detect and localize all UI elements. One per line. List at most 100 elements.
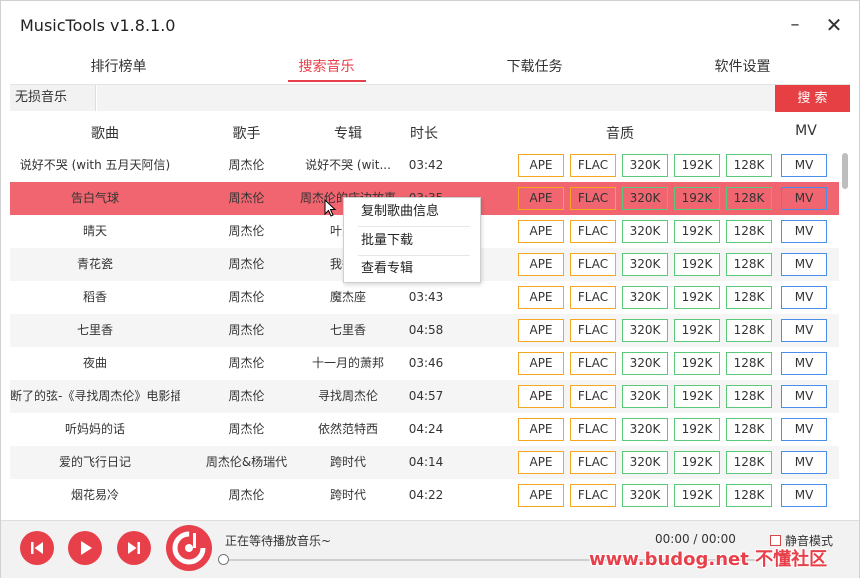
ape-download-button[interactable]: APE <box>518 154 564 177</box>
mp3-320k-download-button[interactable]: 320K <box>622 253 668 276</box>
album-disc <box>166 525 212 571</box>
next-track-button[interactable] <box>117 531 151 565</box>
flac-download-button[interactable]: FLAC <box>570 187 616 210</box>
mp3-320k-download-button[interactable]: 320K <box>622 286 668 309</box>
flac-download-button[interactable]: FLAC <box>570 220 616 243</box>
mp3-192k-download-button[interactable]: 192K <box>674 385 720 408</box>
play-button[interactable] <box>68 531 102 565</box>
mp3-192k-download-button[interactable]: 192K <box>674 418 720 441</box>
mp3-128k-download-button[interactable]: 128K <box>726 253 772 276</box>
song-row[interactable]: 烟花易冷 周杰伦 跨时代 04:22 APE FLAC 320K 192K 128K MV <box>10 479 839 512</box>
mp3-192k-download-button[interactable]: 192K <box>674 253 720 276</box>
close-button[interactable]: ✕ <box>821 13 847 37</box>
mp3-192k-download-button[interactable]: 192K <box>674 352 720 375</box>
ape-download-button[interactable]: APE <box>518 484 564 507</box>
ape-download-button[interactable]: APE <box>518 187 564 210</box>
ape-download-button[interactable]: APE <box>518 418 564 441</box>
minimize-button[interactable]: – <box>782 13 808 37</box>
tab-settings[interactable]: 软件设置 <box>685 51 800 83</box>
tab-charts[interactable]: 排行榜单 <box>61 51 176 83</box>
mp3-128k-download-button[interactable]: 128K <box>726 187 772 210</box>
mp3-320k-download-button[interactable]: 320K <box>622 484 668 507</box>
ape-download-button[interactable]: APE <box>518 220 564 243</box>
mp3-320k-download-button[interactable]: 320K <box>622 187 668 210</box>
search-input[interactable] <box>97 85 775 111</box>
ape-download-button[interactable]: APE <box>518 253 564 276</box>
context-menu: 复制歌曲信息 批量下载 查看专辑 <box>343 197 481 283</box>
mv-button[interactable]: MV <box>781 220 827 243</box>
mp3-192k-download-button[interactable]: 192K <box>674 484 720 507</box>
ape-download-button[interactable]: APE <box>518 385 564 408</box>
skip-back-icon <box>31 542 43 554</box>
mp3-192k-download-button[interactable]: 192K <box>674 319 720 342</box>
song-title: 七里香 <box>76 323 113 337</box>
mp3-192k-download-button[interactable]: 192K <box>674 286 720 309</box>
tab-download-tasks[interactable]: 下载任务 <box>477 51 592 83</box>
mp3-320k-download-button[interactable]: 320K <box>622 220 668 243</box>
flac-download-button[interactable]: FLAC <box>570 352 616 375</box>
mp3-320k-download-button[interactable]: 320K <box>622 319 668 342</box>
mp3-128k-download-button[interactable]: 128K <box>726 154 772 177</box>
mp3-128k-download-button[interactable]: 128K <box>726 319 772 342</box>
mp3-128k-download-button[interactable]: 128K <box>726 286 772 309</box>
mv-button[interactable]: MV <box>781 451 827 474</box>
mp3-320k-download-button[interactable]: 320K <box>622 154 668 177</box>
mv-button[interactable]: MV <box>781 187 827 210</box>
scrollbar-thumb[interactable] <box>842 153 848 189</box>
mp3-128k-download-button[interactable]: 128K <box>726 418 772 441</box>
mp3-192k-download-button[interactable]: 192K <box>674 220 720 243</box>
mv-button[interactable]: MV <box>781 352 827 375</box>
flac-download-button[interactable]: FLAC <box>570 154 616 177</box>
flac-download-button[interactable]: FLAC <box>570 253 616 276</box>
song-duration: 03:46 <box>408 356 444 370</box>
progress-slider-knob[interactable] <box>218 554 229 565</box>
mp3-128k-download-button[interactable]: 128K <box>726 220 772 243</box>
menu-item-batch-download[interactable]: 批量下载 <box>344 227 480 255</box>
song-row[interactable]: 七里香 周杰伦 七里香 04:58 APE FLAC 320K 192K 128K MV <box>10 314 839 347</box>
mp3-320k-download-button[interactable]: 320K <box>622 385 668 408</box>
mp3-320k-download-button[interactable]: 320K <box>622 451 668 474</box>
mp3-320k-download-button[interactable]: 320K <box>622 418 668 441</box>
song-row[interactable]: 稻香 周杰伦 魔杰座 03:43 APE FLAC 320K 192K 128K MV <box>10 281 839 314</box>
previous-track-button[interactable] <box>20 531 54 565</box>
mp3-192k-download-button[interactable]: 192K <box>674 154 720 177</box>
mv-button[interactable]: MV <box>781 253 827 276</box>
mv-button[interactable]: MV <box>781 286 827 309</box>
mp3-128k-download-button[interactable]: 128K <box>726 484 772 507</box>
mv-button[interactable]: MV <box>781 319 827 342</box>
song-row[interactable]: 断了的弦-《寻找周杰伦》电影插曲 周杰伦 寻找周杰伦 04:57 APE FLAC 320K… <box>10 380 839 413</box>
mv-button[interactable]: MV <box>781 484 827 507</box>
song-row[interactable]: 夜曲 周杰伦 十一月的萧邦 03:46 APE FLAC 320K 192K 128K MV <box>10 347 839 380</box>
search-source-tag[interactable]: 无损音乐 <box>10 85 96 111</box>
mp3-128k-download-button[interactable]: 128K <box>726 352 772 375</box>
table-scrollbar[interactable] <box>840 149 850 517</box>
table-header: 歌曲 歌手 专辑 时长 音质 MV <box>10 117 850 147</box>
flac-download-button[interactable]: FLAC <box>570 418 616 441</box>
mv-button[interactable]: MV <box>781 385 827 408</box>
flac-download-button[interactable]: FLAC <box>570 319 616 342</box>
song-row[interactable]: 爱的飞行日记 周杰伦&杨瑞代 跨时代 04:14 APE FLAC 320K 192K 128K… <box>10 446 839 479</box>
ape-download-button[interactable]: APE <box>518 319 564 342</box>
menu-item-copy-song-info[interactable]: 复制歌曲信息 <box>344 198 480 226</box>
song-title: 爱的飞行日记 <box>58 455 131 469</box>
song-row[interactable]: 说好不哭 (with 五月天阿信) 周杰伦 说好不哭 (wit... 03:42 APE… <box>10 149 839 182</box>
song-row[interactable]: 听妈妈的话 周杰伦 依然范特西 04:24 APE FLAC 320K 192K 128K MV <box>10 413 839 446</box>
ape-download-button[interactable]: APE <box>518 286 564 309</box>
flac-download-button[interactable]: FLAC <box>570 385 616 408</box>
mv-button[interactable]: MV <box>781 418 827 441</box>
mp3-192k-download-button[interactable]: 192K <box>674 451 720 474</box>
mp3-128k-download-button[interactable]: 128K <box>726 385 772 408</box>
flac-download-button[interactable]: FLAC <box>570 451 616 474</box>
mv-button[interactable]: MV <box>781 154 827 177</box>
mp3-192k-download-button[interactable]: 192K <box>674 187 720 210</box>
ape-download-button[interactable]: APE <box>518 352 564 375</box>
menu-item-view-album[interactable]: 查看专辑 <box>344 255 480 283</box>
mp3-320k-download-button[interactable]: 320K <box>622 352 668 375</box>
flac-download-button[interactable]: FLAC <box>570 286 616 309</box>
playback-time: 00:00 / 00:00 <box>655 532 736 546</box>
ape-download-button[interactable]: APE <box>518 451 564 474</box>
mp3-128k-download-button[interactable]: 128K <box>726 451 772 474</box>
search-button[interactable]: 搜 索 <box>775 85 850 112</box>
flac-download-button[interactable]: FLAC <box>570 484 616 507</box>
tab-search-music[interactable]: 搜索音乐 <box>269 51 384 83</box>
